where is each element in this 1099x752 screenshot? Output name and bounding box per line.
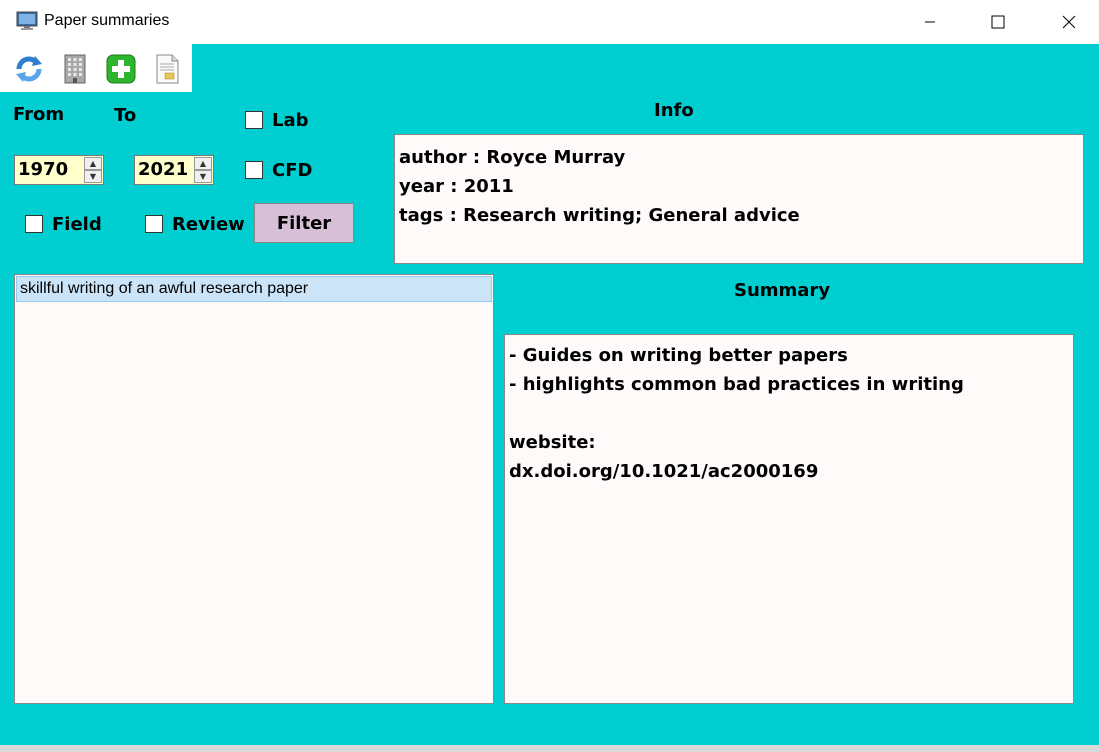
toolbar xyxy=(0,44,192,92)
review-label: Review xyxy=(172,214,245,235)
close-icon xyxy=(1062,15,1076,29)
title-bar[interactable]: Paper summaries xyxy=(0,0,1099,44)
list-item[interactable]: skillful writing of an awful research pa… xyxy=(16,276,492,302)
info-heading: Info xyxy=(654,100,694,121)
field-label: Field xyxy=(52,214,102,235)
spin-up-icon[interactable]: ▲ xyxy=(194,157,212,170)
spin-down-icon[interactable]: ▼ xyxy=(84,170,102,183)
summary-link-line: dx.doi.org/10.1021/ac2000169 xyxy=(509,461,819,482)
review-checkbox[interactable] xyxy=(145,215,163,233)
building-icon xyxy=(64,54,86,84)
close-button[interactable] xyxy=(1046,0,1092,44)
from-year-spinbox[interactable]: 1970 ▲ ▼ xyxy=(14,155,104,185)
main-window: Paper summaries From To 1970 ▲ ▼ 2021 ▲ … xyxy=(0,0,1099,745)
field-checkbox[interactable] xyxy=(25,215,43,233)
info-tags-line: tags : Research writing; General advice xyxy=(399,205,800,226)
spin-down-icon[interactable]: ▼ xyxy=(194,170,212,183)
minimize-icon xyxy=(925,21,935,23)
maximize-button[interactable] xyxy=(975,0,1021,44)
summary-textbox[interactable]: - Guides on writing better papers - high… xyxy=(504,334,1074,704)
info-author-line: author : Royce Murray xyxy=(399,147,626,168)
document-icon xyxy=(156,54,179,84)
cfd-checkbox[interactable] xyxy=(245,161,263,179)
summary-heading: Summary xyxy=(734,280,831,301)
cfd-label: CFD xyxy=(272,160,313,181)
summary-line: - highlights common bad practices in wri… xyxy=(509,374,964,395)
add-icon xyxy=(106,54,136,84)
to-year-value: 2021 xyxy=(138,159,189,180)
document-button[interactable] xyxy=(150,52,184,86)
minimize-button[interactable] xyxy=(907,0,953,44)
refresh-icon xyxy=(16,56,42,82)
lab-checkbox[interactable] xyxy=(245,111,263,129)
monitor-icon xyxy=(16,11,38,30)
info-year-line: year : 2011 xyxy=(399,176,514,197)
paper-list[interactable]: skillful writing of an awful research pa… xyxy=(14,274,494,704)
summary-line: website: xyxy=(509,432,596,453)
building-button[interactable] xyxy=(58,52,92,86)
lab-label: Lab xyxy=(272,110,309,131)
to-year-spinbox[interactable]: 2021 ▲ ▼ xyxy=(134,155,214,185)
spin-up-icon[interactable]: ▲ xyxy=(84,157,102,170)
summary-line: - Guides on writing better papers xyxy=(509,345,848,366)
info-textbox[interactable]: author : Royce Murray year : 2011 tags :… xyxy=(394,134,1084,264)
from-year-value: 1970 xyxy=(18,159,69,180)
maximize-icon xyxy=(991,15,1005,29)
summary-line xyxy=(509,399,1069,428)
window-title: Paper summaries xyxy=(44,12,170,29)
to-label: To xyxy=(114,105,137,126)
from-label: From xyxy=(13,104,65,125)
refresh-button[interactable] xyxy=(12,52,46,86)
filter-button[interactable]: Filter xyxy=(254,203,354,243)
add-button[interactable] xyxy=(104,52,138,86)
